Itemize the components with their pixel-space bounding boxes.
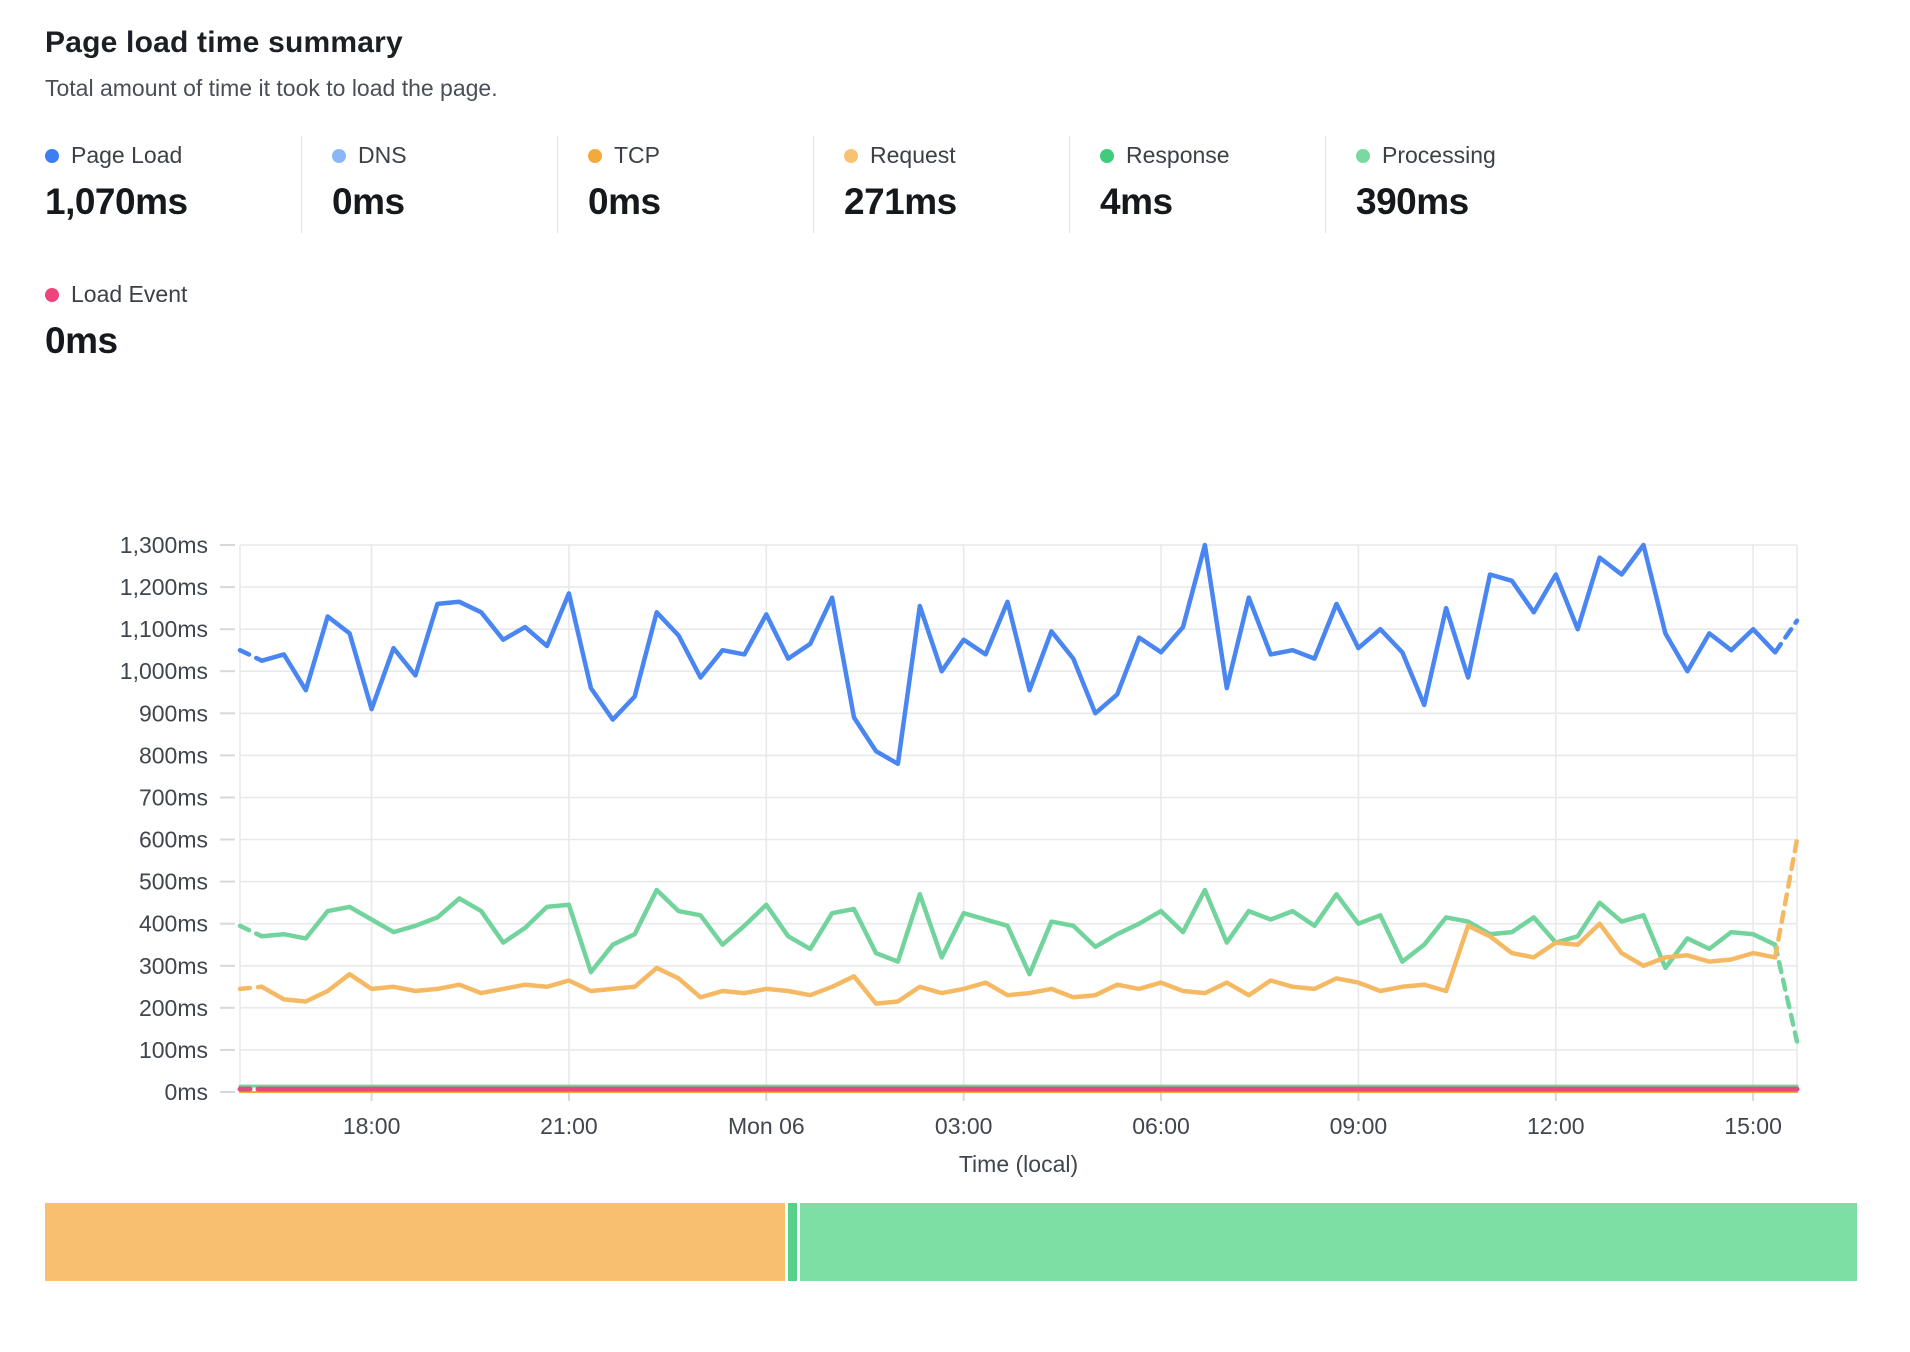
load-event-legend-dot <box>45 288 59 302</box>
stat-label: DNS <box>358 142 407 169</box>
stat-value: 0ms <box>588 181 813 223</box>
stat-tcp[interactable]: TCP 0ms <box>557 136 813 233</box>
page-load-panel: Page load time summary Total amount of t… <box>0 0 1910 372</box>
x-tick-label: 09:00 <box>1330 1113 1388 1139</box>
x-tick-label: Mon 06 <box>728 1113 805 1139</box>
stat-label: Processing <box>1382 142 1496 169</box>
x-axis-title: Time (local) <box>959 1151 1078 1177</box>
stat-page-load[interactable]: Page Load 1,070ms <box>45 136 301 233</box>
y-tick-label: 200ms <box>139 995 208 1021</box>
stat-value: 1,070ms <box>45 181 301 223</box>
bar-segment-request[interactable] <box>45 1203 785 1281</box>
x-tick-label: 21:00 <box>540 1113 598 1139</box>
x-tick-label: 15:00 <box>1724 1113 1782 1139</box>
stat-value: 271ms <box>844 181 1069 223</box>
series-line <box>1775 621 1797 653</box>
y-tick-label: 0ms <box>165 1079 208 1105</box>
load-time-chart-svg[interactable]: 0ms 100ms 200ms 300ms 400ms 500ms 600ms 700ms 80… <box>40 420 1870 1195</box>
y-tick-label: 800ms <box>139 742 208 768</box>
x-tick-label: 18:00 <box>343 1113 401 1139</box>
series-line <box>240 926 262 937</box>
stat-value: 0ms <box>45 320 1910 362</box>
metrics-summary-row: Page Load 1,070ms DNS 0ms TCP 0ms Reques… <box>45 136 1910 233</box>
y-tick-label: 400ms <box>139 911 208 937</box>
x-tick-label: 12:00 <box>1527 1113 1585 1139</box>
series-line <box>262 890 1775 974</box>
series-line <box>262 545 1775 764</box>
series-line <box>1775 840 1797 958</box>
y-tick-label: 1,100ms <box>120 616 208 642</box>
y-tick-label: 600ms <box>139 827 208 853</box>
page-load-legend-dot <box>45 149 59 163</box>
stat-label: Load Event <box>71 281 187 308</box>
stat-label: TCP <box>614 142 660 169</box>
bar-segment-transition[interactable] <box>788 1203 796 1281</box>
y-tick-label: 500ms <box>139 869 208 895</box>
stat-label: Page Load <box>71 142 182 169</box>
y-tick-label: 100ms <box>139 1037 208 1063</box>
response-legend-dot <box>1100 149 1114 163</box>
y-tick-label: 1,300ms <box>120 532 208 558</box>
processing-legend-dot <box>1356 149 1370 163</box>
y-tick-label: 300ms <box>139 953 208 979</box>
request-legend-dot <box>844 149 858 163</box>
series-line <box>1775 945 1797 1042</box>
load-time-chart[interactable]: 0ms 100ms 200ms 300ms 400ms 500ms 600ms 700ms 80… <box>40 420 1870 1195</box>
stat-load-event[interactable]: Load Event 0ms <box>45 275 1910 372</box>
bar-segment-processing[interactable] <box>800 1203 1857 1281</box>
x-tick-label: 06:00 <box>1132 1113 1190 1139</box>
y-tick-label: 1,200ms <box>120 574 208 600</box>
stat-value: 390ms <box>1356 181 1581 223</box>
stat-processing[interactable]: Processing 390ms <box>1325 136 1581 233</box>
stat-response[interactable]: Response 4ms <box>1069 136 1325 233</box>
stat-value: 4ms <box>1100 181 1325 223</box>
y-tick-label: 700ms <box>139 785 208 811</box>
y-tick-label: 900ms <box>139 700 208 726</box>
stat-dns[interactable]: DNS 0ms <box>301 136 557 233</box>
x-tick-label: 03:00 <box>935 1113 993 1139</box>
stat-label: Request <box>870 142 956 169</box>
timeline-breakdown-bar <box>45 1203 1857 1281</box>
page-subtitle: Total amount of time it took to load the… <box>45 75 1910 102</box>
stat-value: 0ms <box>332 181 557 223</box>
series-line <box>240 650 262 661</box>
tcp-legend-dot <box>588 149 602 163</box>
y-tick-label: 1,000ms <box>120 658 208 684</box>
dns-legend-dot <box>332 149 346 163</box>
page-title: Page load time summary <box>45 26 1910 60</box>
stat-label: Response <box>1126 142 1230 169</box>
stat-request[interactable]: Request 271ms <box>813 136 1069 233</box>
series-line <box>240 987 262 989</box>
